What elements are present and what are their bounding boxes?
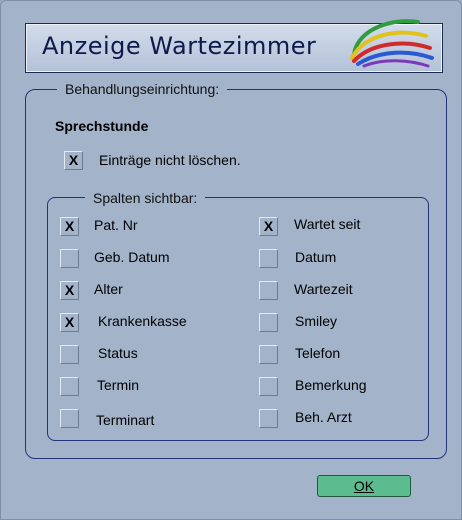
column-label-termin: Termin <box>97 377 140 393</box>
ok-button[interactable]: OK <box>317 475 411 497</box>
column-label-terminart: Terminart <box>96 412 155 428</box>
column-label-smiley: Smiley <box>295 313 338 329</box>
column-label-bemerkung: Bemerkung <box>295 377 367 393</box>
column-label-pat-nr: Pat. Nr <box>94 217 138 233</box>
column-label-geb-datum: Geb. Datum <box>94 249 170 265</box>
column-checkbox-telefon[interactable] <box>259 345 278 364</box>
dialog-window: Anzeige Wartezimmer Behandlungseinrichtu… <box>0 0 462 520</box>
column-checkbox-beh-arzt[interactable] <box>259 409 278 428</box>
column-checkbox-bemerkung[interactable] <box>259 377 278 396</box>
column-label-wartezeit: Wartezeit <box>294 281 353 297</box>
section-title: Sprechstunde <box>55 118 149 134</box>
column-checkbox-wartet-seit[interactable]: X <box>259 217 278 236</box>
column-checkbox-datum[interactable] <box>259 249 278 268</box>
column-label-status: Status <box>98 345 138 361</box>
column-label-wartet-seit: Wartet seit <box>294 216 361 232</box>
column-label-beh-arzt: Beh. Arzt <box>295 409 352 425</box>
column-checkbox-smiley[interactable] <box>259 313 278 332</box>
logo-swoosh-icon <box>350 19 434 68</box>
title-banner: Anzeige Wartezimmer <box>25 19 443 73</box>
treatment-facility-legend: Behandlungseinrichtung: <box>57 81 228 97</box>
column-checkbox-wartezeit[interactable] <box>259 281 278 300</box>
column-label-alter: Alter <box>94 281 123 297</box>
column-checkbox-pat-nr[interactable]: X <box>60 217 79 236</box>
keep-entries-checkbox[interactable]: X <box>64 151 83 170</box>
keep-entries-label: Einträge nicht löschen. <box>99 152 241 168</box>
column-label-krankenkasse: Krankenkasse <box>98 313 187 329</box>
column-checkbox-terminart[interactable] <box>60 409 79 428</box>
column-label-datum: Datum <box>295 249 337 265</box>
column-checkbox-status[interactable] <box>60 345 79 364</box>
visible-columns-legend: Spalten sichtbar: <box>85 190 206 206</box>
column-checkbox-termin[interactable] <box>60 377 79 396</box>
column-checkbox-krankenkasse[interactable]: X <box>60 313 79 332</box>
column-label-telefon: Telefon <box>295 345 341 361</box>
dialog-title: Anzeige Wartezimmer <box>42 32 317 60</box>
column-checkbox-geb-datum[interactable] <box>60 249 79 268</box>
column-checkbox-alter[interactable]: X <box>60 281 79 300</box>
